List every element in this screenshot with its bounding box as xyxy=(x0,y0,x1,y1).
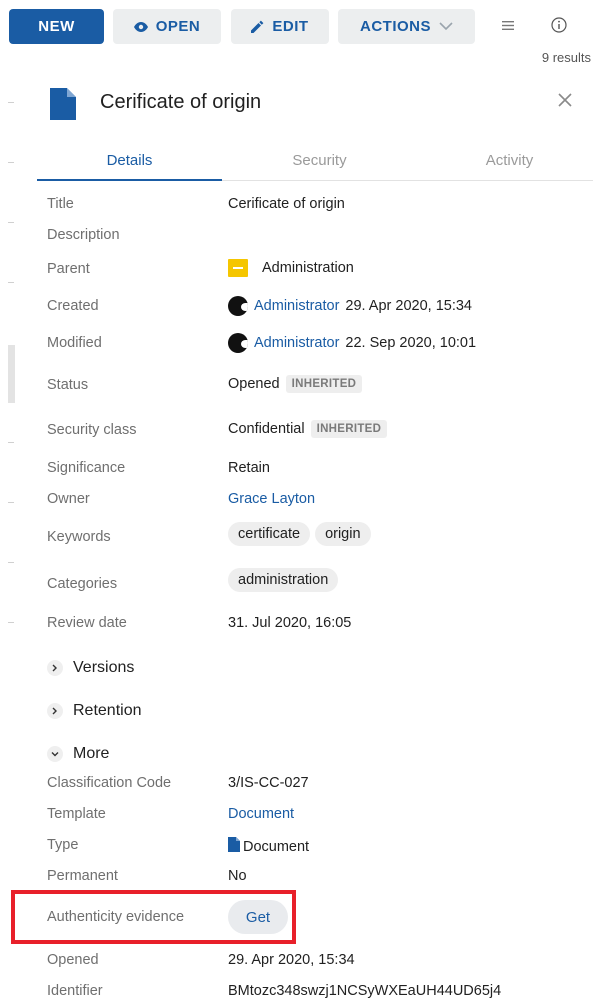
parent-value[interactable]: Administration xyxy=(228,259,354,277)
type-value: Document xyxy=(228,837,309,856)
edit-button[interactable]: EDIT xyxy=(231,9,329,44)
significance-text: Retain xyxy=(228,460,270,476)
significance-label: Significance xyxy=(47,460,126,476)
classification-code-value: 3/IS-CC-027 xyxy=(228,775,309,791)
owner-label: Owner xyxy=(47,491,90,507)
keywords-label: Keywords xyxy=(47,529,111,545)
categories-value: administration xyxy=(228,568,339,592)
status-value: Opened INHERITED xyxy=(228,375,363,393)
category-chip[interactable]: administration xyxy=(228,568,339,592)
opened-value: 29. Apr 2020, 15:34 xyxy=(228,952,355,968)
status-label: Status xyxy=(47,377,89,393)
template-label: Template xyxy=(47,806,106,822)
info-icon[interactable] xyxy=(548,14,570,36)
avatar-icon xyxy=(228,296,248,316)
description-label: Description xyxy=(47,227,120,243)
keyword-chip[interactable]: origin xyxy=(315,522,371,546)
tab-details[interactable]: Details xyxy=(37,140,222,181)
classification-code-label: Classification Code xyxy=(47,775,172,791)
modified-date: 22. Sep 2020, 10:01 xyxy=(345,335,477,351)
created-label: Created xyxy=(47,298,99,314)
versions-section-toggle[interactable]: Versions xyxy=(47,659,134,677)
retention-section-toggle[interactable]: Retention xyxy=(47,702,142,720)
template-value: Document xyxy=(228,806,294,822)
title-value: Cerificate of origin xyxy=(228,196,345,212)
new-button-label: NEW xyxy=(38,18,75,35)
review-date-label: Review date xyxy=(47,615,127,631)
security-class-label: Security class xyxy=(47,422,137,438)
eye-icon xyxy=(133,21,148,32)
keyword-chip[interactable]: certificate xyxy=(228,522,311,546)
review-date-value: 31. Jul 2020, 16:05 xyxy=(228,615,351,631)
chevron-right-icon xyxy=(47,703,63,719)
tab-activity[interactable]: Activity xyxy=(417,140,593,180)
new-button[interactable]: NEW xyxy=(9,9,104,44)
identifier-value: BMtozc348swzj1NCSyWXEaUH44UD65j4 xyxy=(228,983,501,999)
identifier-text: BMtozc348swzj1NCSyWXEaUH44UD65j4 xyxy=(228,983,502,999)
categories-label: Categories xyxy=(47,576,118,592)
status-badge: INHERITED xyxy=(285,375,363,393)
tab-bar: Details Security Activity xyxy=(37,140,593,181)
security-class-value: Confidential INHERITED xyxy=(228,420,388,438)
keywords-value: certificate origin xyxy=(228,522,371,546)
security-class-text: Confidential xyxy=(228,421,305,437)
identifier-label: Identifier xyxy=(47,983,103,999)
pencil-icon xyxy=(251,20,264,33)
document-icon xyxy=(228,837,240,856)
classification-code-text: 3/IS-CC-027 xyxy=(228,775,309,791)
review-date-text: 31. Jul 2020, 16:05 xyxy=(228,615,352,631)
actions-button-label: ACTIONS xyxy=(360,18,431,35)
permanent-value: No xyxy=(228,868,247,884)
avatar-icon xyxy=(228,333,248,353)
document-icon xyxy=(50,88,76,125)
created-value: Administrator 29. Apr 2020, 15:34 xyxy=(228,296,472,316)
opened-text: 29. Apr 2020, 15:34 xyxy=(228,952,355,968)
opened-label: Opened xyxy=(47,952,99,968)
retention-label: Retention xyxy=(73,702,142,719)
type-label: Type xyxy=(47,837,79,853)
open-button-label: OPEN xyxy=(155,18,201,35)
list-edge xyxy=(0,70,20,1000)
open-button[interactable]: OPEN xyxy=(113,9,221,44)
created-date: 29. Apr 2020, 15:34 xyxy=(345,298,472,314)
parent-label: Parent xyxy=(47,261,90,277)
toolbar: NEW OPEN EDIT ACTIONS 9 results xyxy=(0,0,593,65)
versions-label: Versions xyxy=(73,659,135,676)
close-icon[interactable] xyxy=(557,92,579,114)
type-text: Document xyxy=(243,838,310,855)
panel-title: Cerificate of origin xyxy=(100,91,262,113)
folder-icon xyxy=(228,259,248,277)
permanent-text: No xyxy=(228,868,247,884)
security-class-badge: INHERITED xyxy=(310,420,388,438)
significance-value: Retain xyxy=(228,460,270,476)
actions-button[interactable]: ACTIONS xyxy=(338,9,475,44)
more-section-toggle[interactable]: More xyxy=(47,745,109,763)
chevron-down-icon xyxy=(47,746,63,762)
tab-security[interactable]: Security xyxy=(227,140,412,180)
title-text: Cerificate of origin xyxy=(228,196,345,212)
modified-label: Modified xyxy=(47,335,102,351)
owner-value: Grace Layton xyxy=(228,491,315,507)
created-user-link[interactable]: Administrator xyxy=(254,298,339,314)
owner-link[interactable]: Grace Layton xyxy=(228,491,315,507)
modified-user-link[interactable]: Administrator xyxy=(254,335,339,351)
title-label: Title xyxy=(47,196,74,212)
permanent-label: Permanent xyxy=(47,868,118,884)
results-count: 9 results xyxy=(541,50,591,65)
template-link[interactable]: Document xyxy=(228,806,294,822)
modified-value: Administrator 22. Sep 2020, 10:01 xyxy=(228,333,476,353)
parent-text: Administration xyxy=(262,260,354,276)
edit-button-label: EDIT xyxy=(272,18,309,35)
highlight-box xyxy=(11,890,296,944)
scrollbar[interactable] xyxy=(8,345,15,403)
status-text: Opened xyxy=(228,376,280,392)
chevron-right-icon xyxy=(47,660,63,676)
chevron-down-icon xyxy=(439,22,453,31)
list-icon[interactable] xyxy=(497,14,519,36)
more-label: More xyxy=(73,745,110,762)
